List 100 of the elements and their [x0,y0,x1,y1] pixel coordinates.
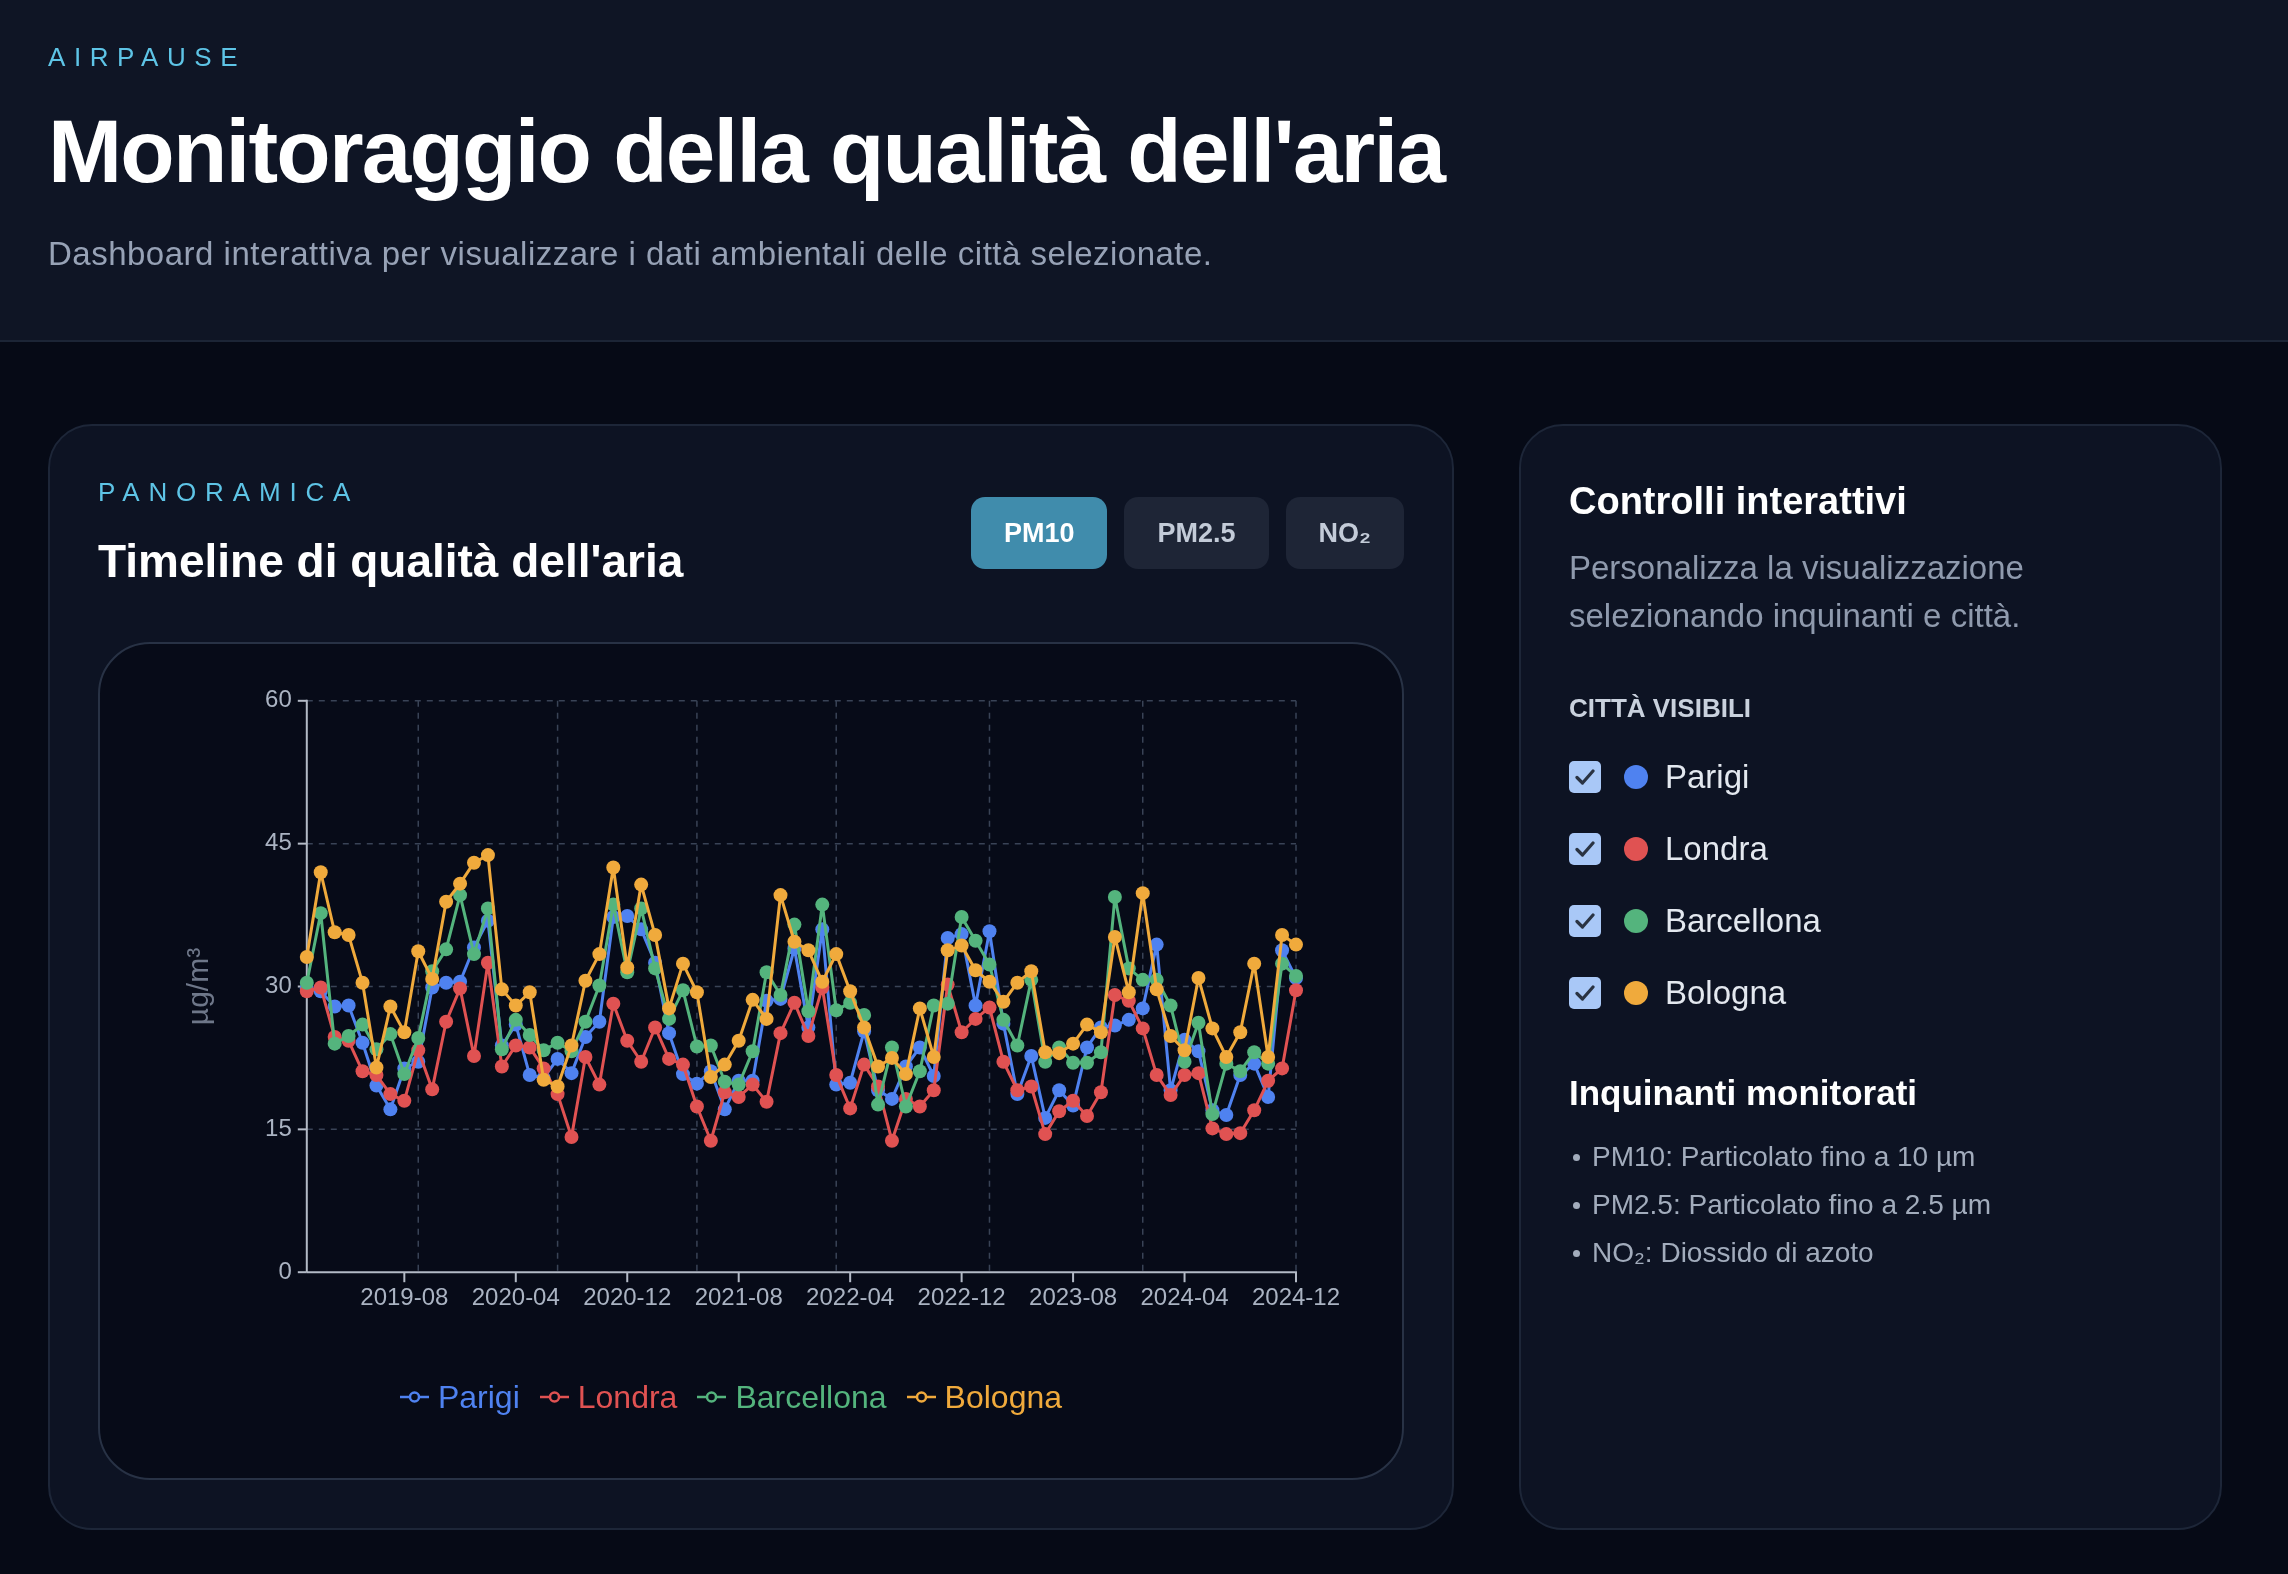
data-point [912,1064,927,1079]
data-point [299,975,314,990]
data-point [439,975,454,990]
axis-tick-label: 2022-12 [917,1282,1006,1310]
checkbox[interactable] [1569,833,1601,865]
data-point [815,922,830,937]
data-point [411,1030,426,1045]
data-point [954,1025,969,1040]
data-point [564,1066,579,1081]
data-point [1289,937,1303,952]
card-title: Timeline di qualità dell'aria [98,534,684,589]
data-point [453,876,468,891]
data-point [982,1000,997,1015]
data-point [912,1040,927,1055]
data-point [1024,1049,1039,1063]
data-point [1135,972,1150,987]
data-point [397,1025,412,1040]
data-point [592,1077,607,1092]
data-point [1261,1089,1276,1104]
data-point [884,1050,899,1065]
data-point [926,1049,941,1064]
data-point [467,1049,481,1063]
data-point [1163,998,1178,1013]
data-point [620,909,635,924]
checkbox[interactable] [1569,977,1601,1009]
data-point [731,1033,746,1048]
data-point [1149,982,1164,997]
data-point [313,906,328,921]
data-point [1135,1021,1150,1036]
legend-item[interactable]: Bologna [906,1377,1063,1417]
data-point [968,963,983,978]
panel-title: Controlli interattivi [1569,479,1907,524]
data-point [982,974,997,989]
data-point [1052,1083,1067,1098]
legend-item[interactable]: Barcellona [697,1377,887,1417]
data-point [1233,1064,1248,1079]
data-point [313,980,328,995]
data-point [968,933,983,948]
data-point [1080,1055,1094,1070]
data-point [1107,988,1122,1003]
data-point [355,975,370,990]
legend-item[interactable]: Parigi [399,1377,520,1417]
data-point [1289,983,1303,998]
data-point [383,999,398,1014]
data-point [522,1040,537,1055]
data-point [383,1027,398,1042]
data-point [996,1012,1011,1027]
data-point [1177,1068,1192,1083]
data-point [550,1035,565,1050]
data-point [1191,1015,1206,1030]
data-point [648,1020,663,1035]
data-point [522,985,537,1000]
data-point [703,1133,718,1148]
data-point [857,1057,872,1072]
data-point [1010,1083,1025,1098]
section-label: CITTÀ VISIBILI [1569,692,1751,724]
data-point [355,1064,370,1079]
data-point [1107,930,1122,944]
legend-item[interactable]: Londra [539,1377,678,1417]
pollutant-tab[interactable]: NO₂ [1285,497,1404,569]
data-point [620,960,635,975]
data-point [1052,1104,1067,1119]
data-point [843,1075,858,1090]
data-point [494,982,509,997]
data-point [480,955,495,970]
data-point [1135,886,1150,901]
data-point [912,1099,927,1114]
pollutant-tab[interactable]: PM10 [970,497,1108,569]
data-point [745,1077,760,1092]
data-point [731,1077,746,1092]
data-point [494,1042,509,1057]
data-point [926,1083,941,1098]
data-point [676,956,690,971]
data-point [926,1069,941,1083]
data-point [508,1012,523,1027]
check-icon [1575,913,1595,929]
data-point [383,1102,398,1117]
data-point [341,1029,356,1043]
pollutant-tab[interactable]: PM2.5 [1124,497,1269,569]
data-point [689,1039,704,1054]
data-point [578,1029,593,1044]
data-point [1205,1021,1220,1036]
data-point [1121,1012,1136,1027]
axis-tick-label: 30 [265,970,292,998]
data-point [773,888,788,903]
data-point [801,1004,816,1019]
data-point [648,961,663,976]
data-point [327,999,342,1014]
data-point [759,965,774,980]
data-point [592,1014,607,1029]
checkbox[interactable] [1569,761,1601,793]
pollutant-description: PM10: Particolato fino a 10 µm [1592,1140,1976,1174]
checkbox[interactable] [1569,905,1601,937]
data-point [996,994,1011,1009]
data-point [564,1129,579,1144]
city-label: Londra [1665,829,1768,869]
data-point [1191,1066,1206,1081]
data-point [689,985,704,1000]
data-point [1024,1079,1039,1094]
data-point [745,992,760,1007]
